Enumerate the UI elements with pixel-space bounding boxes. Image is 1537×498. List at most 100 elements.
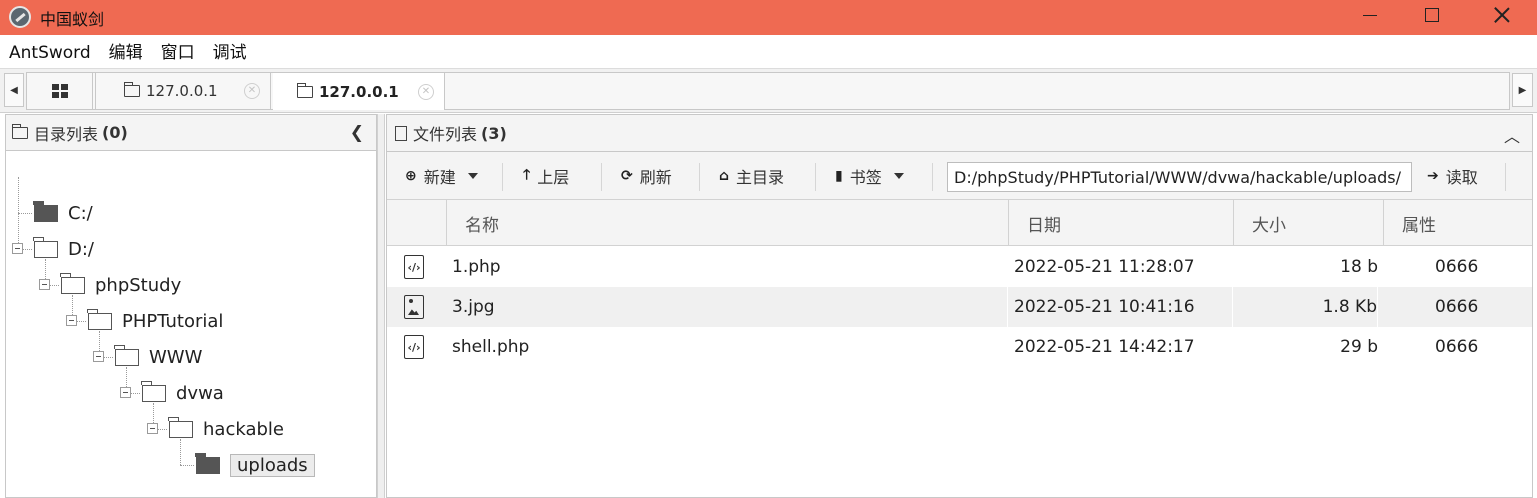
file-attr: 0666 [1435, 337, 1479, 357]
arrow-right-icon: ➔ [1427, 168, 1439, 184]
file-name: 3.jpg [452, 287, 1008, 327]
home-icon: ⌂ [719, 168, 730, 184]
menu-antsword[interactable]: AntSword [0, 35, 100, 69]
menu-window[interactable]: 窗口 [152, 35, 204, 69]
column-header-attr[interactable]: 属性 [1383, 200, 1532, 246]
folder-icon [195, 452, 220, 474]
minimize-button[interactable] [1340, 0, 1400, 30]
tree-item-uploads[interactable]: uploads [195, 450, 315, 480]
menu-bar: AntSword 编辑 窗口 调试 [0, 35, 1537, 69]
file-pane: 文件列表 (3) ︿ ⊕ 新建 🡑 上层 ⟳ 刷新 ⌂ 主目录 ▮ 书签 D:/… [386, 114, 1533, 498]
home-directory-button[interactable]: ⌂ 主目录 [719, 152, 784, 200]
refresh-button[interactable]: ⟳ 刷新 [621, 152, 672, 200]
folder-open-icon [87, 308, 112, 330]
directory-pane-header: 目录列表 (0) ❮ [6, 115, 376, 151]
file-size: 1.8 Kb [1233, 287, 1378, 327]
column-header-date[interactable]: 日期 [1008, 200, 1233, 246]
chevron-down-icon [893, 173, 904, 179]
antsword-logo-icon [9, 6, 31, 28]
folder-icon [297, 82, 313, 98]
tree-toggle-d[interactable] [12, 243, 23, 254]
tab-connection-1[interactable]: 127.0.0.1 ✕ [95, 73, 271, 109]
file-name: shell.php [452, 337, 530, 357]
maximize-icon [1425, 8, 1439, 22]
folder-open-icon [60, 272, 85, 294]
tree-item-hackable[interactable]: hackable [168, 414, 284, 444]
tree-item-d[interactable]: D:/ [33, 234, 94, 264]
maximize-button[interactable] [1402, 0, 1462, 30]
tree-toggle-phptutorial[interactable] [66, 315, 77, 326]
window-title: 中国蚁剑 [40, 10, 105, 29]
tree-item-phptutorial[interactable]: PHPTutorial [87, 306, 223, 336]
document-icon [395, 125, 407, 141]
tab-scroll-right-button[interactable]: ▶ [1512, 73, 1533, 107]
file-attr: 0666 [1435, 257, 1479, 277]
pane-splitter[interactable] [377, 114, 385, 498]
file-pane-title: 文件列表 [413, 125, 478, 144]
refresh-icon: ⟳ [621, 168, 633, 184]
grid-icon [51, 84, 68, 98]
path-input[interactable] [947, 162, 1412, 192]
folder-open-icon [168, 416, 193, 438]
file-row-selected[interactable]: 3.jpg 2022-05-21 10:41:16 1.8 Kb 0666 [387, 287, 1532, 327]
tree-item-www[interactable]: WWW [114, 342, 202, 372]
column-header-name[interactable]: 名称 [446, 200, 1008, 246]
plus-circle-icon: ⊕ [405, 168, 417, 184]
code-file-icon: ‹/› [404, 335, 424, 359]
new-button[interactable]: ⊕ 新建 [405, 152, 478, 200]
image-file-icon [404, 295, 424, 319]
directory-pane: 目录列表 (0) ❮ C:/ D:/ phpStudy PHPTutorial … [5, 114, 377, 498]
file-row[interactable]: ‹/› shell.php 2022-05-21 14:42:17 29 b 0… [387, 327, 1532, 367]
tab-close-icon[interactable]: ✕ [244, 83, 260, 99]
file-toolbar: ⊕ 新建 🡑 上层 ⟳ 刷新 ⌂ 主目录 ▮ 书签 ➔ 读取 [387, 152, 1532, 200]
tab-strip: 127.0.0.1 ✕ 127.0.0.1 ✕ [26, 72, 1510, 110]
tree-toggle-phpstudy[interactable] [39, 279, 50, 290]
collapse-up-icon[interactable]: ︿ [1504, 123, 1520, 147]
chevron-down-icon [467, 173, 478, 179]
folder-open-icon [141, 380, 166, 402]
folder-open-icon [33, 236, 58, 258]
folder-open-icon [114, 344, 139, 366]
up-level-button[interactable]: 🡑 上层 [523, 152, 569, 200]
collapse-left-icon[interactable]: ❮ [350, 123, 364, 143]
tree-item-c[interactable]: C:/ [33, 198, 93, 228]
file-attr: 0666 [1435, 297, 1479, 317]
folder-icon [124, 82, 140, 97]
minimize-icon [1363, 14, 1377, 16]
menu-edit[interactable]: 编辑 [100, 35, 152, 69]
tab-bar: ◀ 127.0.0.1 ✕ 127.0.0.1 ✕ ▶ [0, 69, 1537, 113]
tab-connection-2-active[interactable]: 127.0.0.1 ✕ [273, 73, 445, 110]
menu-debug[interactable]: 调试 [204, 35, 256, 69]
close-window-button[interactable] [1472, 0, 1532, 30]
file-size: 18 b [1340, 257, 1378, 277]
arrow-up-icon: 🡑 [523, 167, 531, 183]
column-header-size[interactable]: 大小 [1233, 200, 1383, 246]
directory-count: (0) [102, 123, 128, 142]
file-date: 2022-05-21 10:41:16 [1014, 287, 1233, 327]
folder-icon [33, 200, 58, 222]
file-pane-header: 文件列表 (3) ︿ [387, 115, 1532, 152]
folder-icon [12, 123, 28, 139]
title-bar: 中国蚁剑 [0, 0, 1537, 35]
read-button[interactable]: ➔ 读取 [1427, 152, 1478, 200]
bookmark-icon: ▮ [835, 168, 843, 184]
file-count: (3) [481, 123, 507, 143]
tree-toggle-www[interactable] [93, 351, 104, 362]
file-date: 2022-05-21 14:42:17 [1014, 337, 1195, 357]
file-name: 1.php [452, 257, 501, 277]
tab-close-icon[interactable]: ✕ [418, 83, 434, 100]
bookmark-button[interactable]: ▮ 书签 [835, 152, 904, 200]
tree-item-phpstudy[interactable]: phpStudy [60, 270, 181, 300]
tab-scroll-left-button[interactable]: ◀ [4, 73, 24, 107]
tab-label: 127.0.0.1 [146, 82, 218, 100]
tree-item-dvwa[interactable]: dvwa [141, 378, 224, 408]
tab-home-grid[interactable] [27, 73, 93, 109]
tree-toggle-hackable[interactable] [147, 423, 158, 434]
code-file-icon: ‹/› [404, 255, 424, 279]
close-icon [1494, 7, 1510, 23]
selected-directory-label: uploads [230, 453, 315, 477]
file-row[interactable]: ‹/› 1.php 2022-05-21 11:28:07 18 b 0666 [387, 247, 1532, 287]
tree-toggle-dvwa[interactable] [120, 387, 131, 398]
tab-label: 127.0.0.1 [319, 82, 399, 101]
file-size: 29 b [1340, 337, 1378, 357]
